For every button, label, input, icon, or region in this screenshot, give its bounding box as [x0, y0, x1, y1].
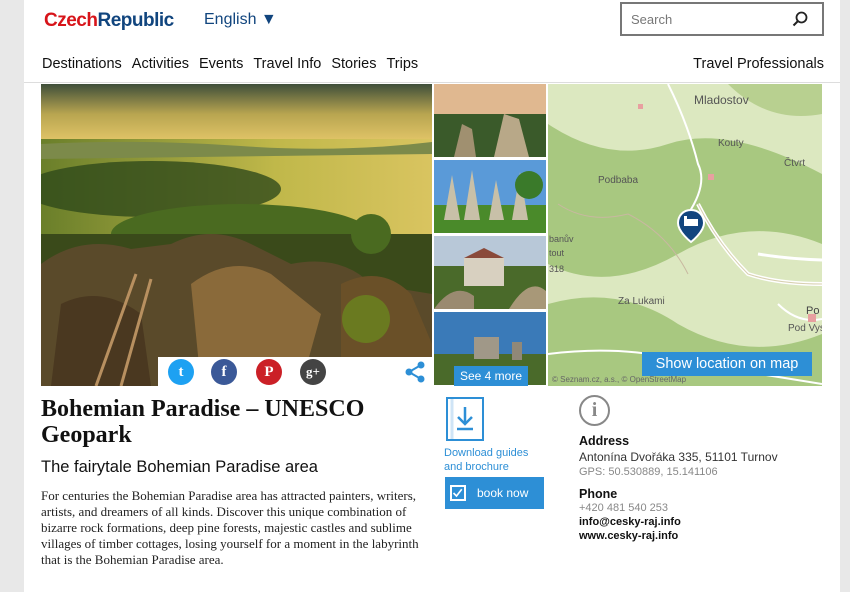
search-box — [620, 2, 824, 36]
map-attribution: © Seznam.cz, a.s., © OpenStreetMap — [552, 375, 687, 384]
website-link[interactable]: www.cesky-raj.info — [579, 530, 678, 542]
download-icon[interactable] — [446, 397, 484, 441]
checkbox-icon — [450, 485, 466, 501]
info-icon: i — [579, 395, 610, 426]
map-label: Pod Vys — [788, 323, 822, 334]
logo-republic: Republic — [97, 10, 174, 31]
address-label: Address — [579, 434, 630, 448]
pinterest-icon[interactable]: P — [256, 359, 282, 385]
main-nav: Destinations Activities Events Travel Info S… — [42, 56, 428, 72]
address-value: Antonína Dvořáka 335, 51101 Turnov — [579, 450, 778, 464]
map-label: Za Lukami — [618, 296, 665, 307]
nav-events[interactable]: Events — [199, 56, 243, 72]
email-link[interactable]: info@cesky-raj.info — [579, 516, 681, 528]
book-now-button[interactable]: book now — [445, 477, 544, 509]
location-pin-icon — [676, 208, 706, 244]
map-label: tout — [549, 248, 565, 258]
nav-destinations[interactable]: Destinations — [42, 56, 122, 72]
map-label: Mladostov — [694, 93, 749, 107]
nav-stories[interactable]: Stories — [331, 56, 376, 72]
share-icon[interactable] — [404, 361, 426, 383]
gallery-thumbnail[interactable] — [434, 84, 546, 157]
twitter-icon[interactable]: t — [168, 359, 194, 385]
google-plus-icon[interactable]: g+ — [300, 359, 326, 385]
site-logo[interactable]: CzechRepublic — [44, 10, 174, 32]
share-bar: t f P g+ — [158, 357, 432, 386]
map-label: banův — [549, 234, 574, 244]
search-input[interactable] — [622, 4, 782, 34]
map-label: 318 — [549, 264, 564, 274]
gallery-thumbnail[interactable] — [434, 160, 546, 233]
facebook-icon[interactable]: f — [211, 359, 237, 385]
page-description: For centuries the Bohemian Paradise area… — [41, 488, 419, 567]
logo-czech: Czech — [44, 10, 98, 31]
nav-travel-info[interactable]: Travel Info — [253, 56, 321, 72]
language-selector[interactable]: English ▼ — [204, 11, 277, 29]
map-label: Podbaba — [598, 175, 638, 186]
nav-trips[interactable]: Trips — [386, 56, 418, 72]
hero-image[interactable] — [41, 84, 432, 386]
phone-label: Phone — [579, 487, 618, 501]
map-label: Čtvrt — [784, 156, 805, 169]
book-now-label: book now — [477, 486, 529, 500]
page-subtitle: The fairytale Bohemian Paradise area — [41, 458, 318, 476]
search-icon[interactable] — [792, 11, 808, 27]
map-label: Kouty — [718, 138, 744, 149]
show-location-button[interactable]: Show location on map — [642, 352, 812, 376]
location-map[interactable]: Mladostov Kouty Čtvrt Podbaba Za Lukami … — [548, 84, 822, 386]
header-divider — [24, 82, 840, 83]
page: CzechRepublic English ▼ Destinations Acti… — [24, 0, 840, 592]
nav-activities[interactable]: Activities — [132, 56, 189, 72]
gps-value: GPS: 50.530889, 15.141106 — [579, 466, 718, 478]
gallery-thumbnail[interactable] — [434, 236, 546, 309]
nav-travel-professionals[interactable]: Travel Professionals — [693, 56, 824, 72]
map-label: Po — [806, 305, 819, 317]
page-title: Bohemian Paradise – UNESCO Geopark — [41, 396, 365, 448]
see-more-button[interactable]: See 4 more — [454, 366, 528, 386]
phone-value[interactable]: +420 481 540 253 — [579, 502, 668, 514]
download-guides-link[interactable]: Download guides and brochure — [444, 446, 548, 474]
